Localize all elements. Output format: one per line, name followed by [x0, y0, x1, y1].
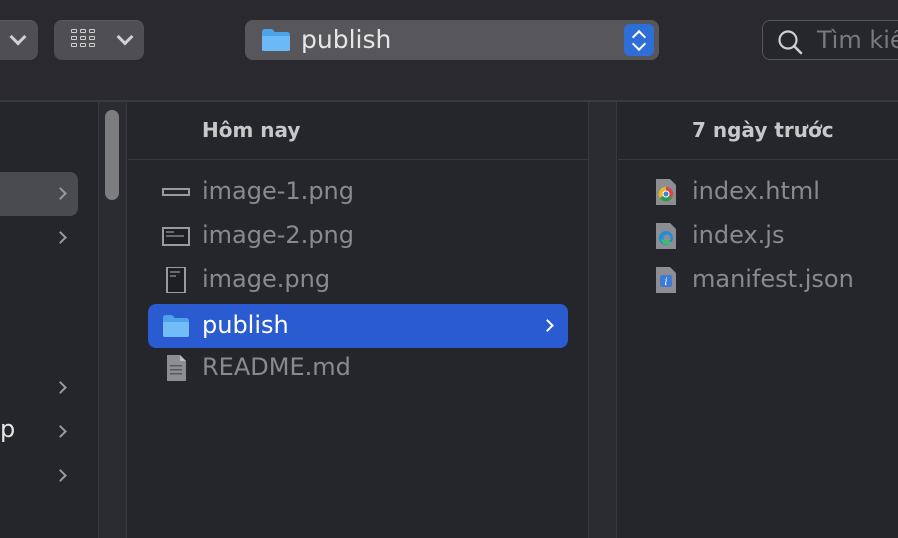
column-header: Hôm nay [128, 102, 588, 160]
chevron-right-icon [54, 231, 67, 244]
list-item[interactable] [0, 172, 78, 216]
list-item[interactable]: README.md [148, 346, 568, 390]
column-resize-gutter[interactable] [589, 102, 617, 538]
image-thumb-icon [162, 188, 190, 196]
toolbar: publish Tìm kiếm [0, 0, 898, 102]
chevron-right-icon [54, 187, 67, 200]
chevron-right-icon [54, 381, 67, 394]
list-item-selected[interactable]: publish [148, 304, 568, 348]
chevron-down-icon [116, 28, 134, 46]
scrollbar[interactable] [99, 102, 127, 538]
chrome-html-icon [656, 179, 676, 205]
file-name: image.png [202, 265, 331, 293]
scrollbar-thumb[interactable] [105, 110, 119, 200]
file-name: image-2.png [202, 221, 354, 249]
path-popup[interactable]: publish [245, 20, 659, 60]
file-name: manifest.json [692, 265, 854, 293]
search-placeholder: Tìm kiếm [817, 26, 898, 54]
column-header: 7 ngày trước [618, 102, 898, 160]
file-name: image-1.png [202, 177, 354, 205]
edge-js-icon [656, 223, 676, 249]
json-file-icon: i [656, 267, 676, 293]
list-item[interactable] [0, 216, 98, 260]
list-item[interactable]: image.png [148, 258, 568, 302]
chevron-right-icon [541, 319, 554, 332]
parent-column: p [0, 102, 98, 538]
chevron-down-icon [9, 28, 27, 46]
image-thumb-icon [162, 227, 190, 246]
file-name: README.md [202, 353, 351, 381]
file-name: index.html [692, 177, 820, 205]
list-item[interactable]: index.js [638, 214, 898, 258]
list-item[interactable] [0, 366, 98, 410]
file-name: publish [202, 311, 289, 339]
search-field[interactable]: Tìm kiếm [762, 20, 898, 60]
column-header-label: 7 ngày trước [692, 118, 834, 142]
list-item[interactable]: p [0, 410, 98, 454]
list-item[interactable]: i manifest.json [638, 258, 898, 302]
column-header-label: Hôm nay [202, 118, 301, 142]
folder-icon [262, 29, 290, 51]
chevron-right-icon [54, 425, 67, 438]
chevron-right-icon [54, 469, 67, 482]
search-icon [778, 30, 803, 55]
path-label: publish [301, 25, 392, 54]
document-icon [167, 355, 186, 381]
svg-text:i: i [664, 277, 667, 288]
file-name: index.js [692, 221, 785, 249]
list-item[interactable]: image-2.png [148, 214, 568, 258]
list-item-label: p [0, 415, 16, 443]
back-button[interactable] [0, 20, 38, 60]
list-item[interactable]: index.html [638, 170, 898, 214]
folder-icon [163, 315, 189, 337]
view-options-button[interactable] [54, 20, 144, 60]
list-item[interactable] [0, 454, 98, 498]
image-thumb-icon [166, 267, 186, 293]
icon-grid-icon [71, 29, 101, 51]
list-item[interactable]: image-1.png [148, 170, 568, 214]
path-stepper[interactable] [624, 24, 654, 56]
